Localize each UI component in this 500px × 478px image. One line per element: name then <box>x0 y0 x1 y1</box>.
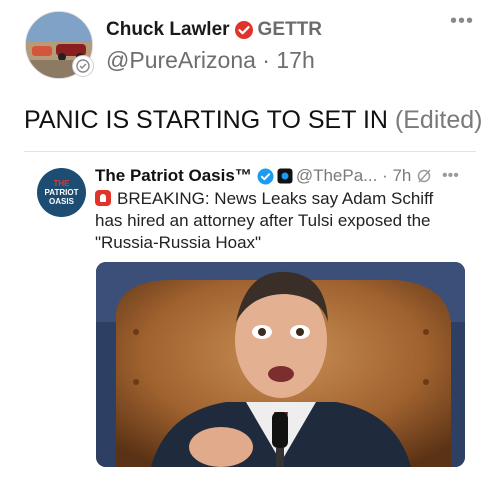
more-horizontal-icon[interactable]: ••• <box>442 167 459 185</box>
post-headline: PANIC IS STARTING TO SET IN (Edited) <box>24 106 482 135</box>
siren-icon <box>95 190 111 206</box>
avatar-text-top: THE <box>53 179 70 188</box>
affiliate-badge-icon <box>277 168 293 184</box>
author-handle[interactable]: @PureArizona <box>106 47 256 74</box>
embedded-tweet-age: 7h <box>392 166 412 185</box>
embedded-author-handle[interactable]: @ThePa... <box>296 166 378 186</box>
embedded-tweet-body: BREAKING: News Leaks say Adam Schiff has… <box>95 188 465 254</box>
grok-icon[interactable] <box>416 168 432 184</box>
embedded-tweet-text: BREAKING: News Leaks say Adam Schiff has… <box>95 189 434 252</box>
avatar-text-mid: PATRIOT <box>44 188 79 197</box>
platform-label: GETTR <box>257 19 322 40</box>
gettr-verified-icon <box>72 55 94 77</box>
post-age: 17h <box>276 46 315 73</box>
more-options-icon[interactable]: ••• <box>450 10 474 33</box>
photo-illustration <box>96 262 465 467</box>
separator: · <box>377 166 393 185</box>
edited-tag: (Edited) <box>394 106 483 134</box>
headline-text: PANIC IS STARTING TO SET IN <box>24 106 388 134</box>
verified-icon <box>257 168 274 185</box>
avatar-text-bottom: OASIS <box>49 197 74 206</box>
embedded-tweet-actions: ••• <box>416 167 459 185</box>
separator: · <box>255 46 277 73</box>
embedded-author-avatar[interactable]: THE PATRIOT OASIS <box>37 168 86 217</box>
author-name-row: Chuck Lawler GETTR <box>106 17 322 43</box>
gettr-badge-icon <box>234 20 254 40</box>
embedded-tweet-photo[interactable] <box>96 262 465 467</box>
embedded-author-name[interactable]: The Patriot Oasis™ <box>95 166 252 186</box>
author-name[interactable]: Chuck Lawler <box>106 19 230 41</box>
divider <box>24 151 476 152</box>
embedded-tweet-header: The Patriot Oasis™ @ThePa... · 7h <box>95 165 411 187</box>
handle-row: @PureArizona · 17h <box>106 45 315 75</box>
